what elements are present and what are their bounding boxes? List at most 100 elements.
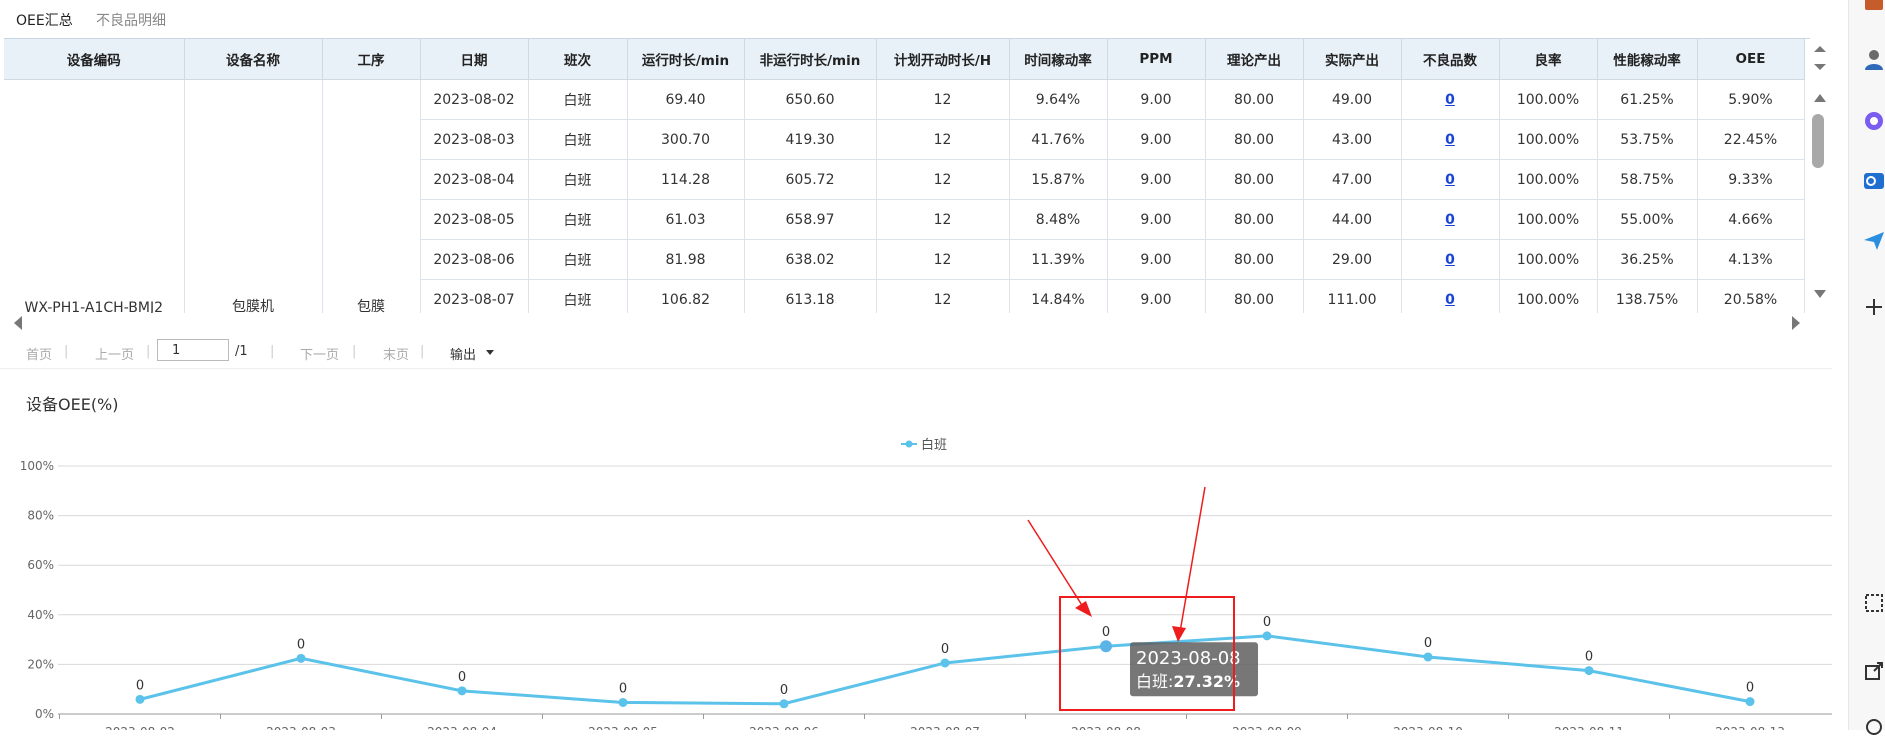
annotation-arrow-line (1179, 486, 1206, 633)
defect-count-link[interactable]: 0 (1445, 172, 1455, 188)
col-header[interactable]: 良率 (1499, 39, 1598, 80)
y-tick-label: 60% (27, 558, 54, 572)
scroll-down-arrow-icon[interactable] (1814, 64, 1826, 70)
table-cell: 9.00 (1107, 119, 1206, 160)
pager-separator: | (64, 344, 69, 359)
user-icon[interactable] (1863, 48, 1885, 70)
defect-count-link[interactable]: 0 (1445, 132, 1455, 148)
table-cell: 15.87% (1009, 159, 1108, 200)
tooltip-value: 白班:27.32% (1136, 672, 1240, 691)
tab-bar: OEE汇总 不良品明细 (0, 0, 1832, 38)
table-cell: 80.00 (1205, 239, 1304, 280)
first-page-button[interactable]: 首页 (26, 344, 52, 363)
table-cell: 36.25% (1597, 239, 1698, 280)
tab-oee-summary[interactable]: OEE汇总 (16, 10, 73, 30)
col-header[interactable]: OEE (1697, 39, 1805, 80)
table-cell: 80.00 (1205, 199, 1304, 240)
side-dock (1848, 0, 1885, 735)
col-header[interactable]: 工序 (322, 39, 421, 80)
table-cell: 80.00 (1205, 119, 1304, 160)
table-cell: 9.00 (1107, 199, 1206, 240)
scroll-right-arrow-icon[interactable] (1792, 316, 1800, 330)
col-header[interactable]: 班次 (528, 39, 628, 80)
table-cell: 2023-08-06 (420, 239, 529, 280)
y-tick-label: 100% (20, 459, 54, 473)
screenshot-icon[interactable] (1863, 592, 1885, 614)
data-point-label: 0 (458, 670, 466, 685)
x-tick-label: 2023-08-07 (910, 725, 980, 730)
page-number-input[interactable] (157, 339, 229, 361)
defect-count-link[interactable]: 0 (1445, 212, 1455, 228)
last-page-button[interactable]: 末页 (383, 344, 409, 363)
table-cell: 12 (876, 79, 1010, 120)
data-point (135, 694, 145, 704)
data-point-label: 0 (941, 642, 949, 657)
col-header[interactable]: 计划开动时长/H (876, 39, 1010, 80)
col-header[interactable]: PPM (1107, 39, 1206, 80)
cell-name: 包膜机 (184, 79, 323, 313)
data-point (1423, 652, 1433, 662)
table-cell: 29.00 (1303, 239, 1402, 280)
table-cell: 2023-08-05 (420, 199, 529, 240)
tab-defect-detail[interactable]: 不良品明细 (96, 10, 166, 30)
briefcase-icon[interactable] (1863, 0, 1885, 14)
data-point-label: 0 (1746, 681, 1754, 696)
table-row: WX-PH1-A1CH-BMJ2 包膜机 包膜 2023-08-02 白班 69.40 65… (4, 79, 1805, 313)
data-point (1584, 666, 1594, 676)
scroll-up-arrow-icon[interactable] (1814, 46, 1826, 52)
col-header[interactable]: 理论产出 (1205, 39, 1304, 80)
x-tick-label: 2023-08-08 (1071, 725, 1141, 730)
table-cell: 4.13% (1697, 239, 1805, 280)
next-page-button[interactable]: 下一页 (300, 344, 339, 363)
defect-count-link[interactable]: 0 (1445, 252, 1455, 268)
scroll-thumb[interactable] (1812, 114, 1824, 168)
prev-page-button[interactable]: 上一页 (95, 344, 134, 363)
table-cell: 100.00% (1499, 279, 1598, 313)
col-header[interactable]: 设备编码 (4, 39, 185, 80)
export-dropdown[interactable]: 输出 (450, 344, 476, 363)
table-cell: 111.00 (1303, 279, 1402, 313)
table-cell: 9.00 (1107, 239, 1206, 280)
table-cell: 81.98 (627, 239, 745, 280)
table-cell: 100.00% (1499, 119, 1598, 160)
external-link-icon[interactable] (1863, 660, 1885, 682)
col-header[interactable]: 不良品数 (1401, 39, 1500, 80)
col-header[interactable]: 实际产出 (1303, 39, 1402, 80)
outlook-icon[interactable] (1863, 170, 1885, 192)
col-header[interactable]: 运行时长/min (627, 39, 745, 80)
table-cell: 44.00 (1303, 199, 1402, 240)
defect-count-link[interactable]: 0 (1445, 92, 1455, 108)
table-vertical-scrollbar[interactable] (1810, 38, 1830, 312)
table-cell: 605.72 (744, 159, 877, 200)
data-point-label: 0 (1102, 625, 1110, 640)
table-cell: 12 (876, 159, 1010, 200)
scroll-left-arrow-icon[interactable] (14, 316, 22, 330)
table-cell: 9.00 (1107, 159, 1206, 200)
tooltip-series-name: 白班 (1136, 672, 1168, 691)
x-tick-label: 2023-08-13 (1715, 725, 1785, 730)
col-header[interactable]: 日期 (420, 39, 529, 80)
table-cell: 419.30 (744, 119, 877, 160)
table-horizontal-scrollbar[interactable] (4, 314, 1810, 332)
data-point-label: 0 (1585, 650, 1593, 665)
table-cell: 53.75% (1597, 119, 1698, 160)
settings-icon[interactable] (1863, 716, 1885, 738)
tooltip-number: 27.32% (1173, 672, 1240, 691)
chart-title: 设备OEE(%) (26, 395, 119, 414)
copilot-icon[interactable] (1863, 110, 1885, 132)
x-tick-label: 2023-08-02 (105, 725, 175, 730)
col-header[interactable]: 非运行时长/min (744, 39, 877, 80)
table-cell: 11.39% (1009, 239, 1108, 280)
add-icon[interactable] (1863, 296, 1885, 318)
table-cell: 100.00% (1499, 239, 1598, 280)
col-header[interactable]: 性能稼动率 (1597, 39, 1698, 80)
col-header[interactable]: 设备名称 (184, 39, 323, 80)
cell-defect-count: 0 (1401, 159, 1500, 200)
scroll-up-arrow-icon[interactable] (1814, 94, 1826, 102)
send-icon[interactable] (1863, 230, 1885, 252)
scroll-down-arrow-icon[interactable] (1814, 290, 1826, 298)
table-cell: 2023-08-07 (420, 279, 529, 313)
defect-count-link[interactable]: 0 (1445, 292, 1455, 308)
col-header[interactable]: 时间稼动率 (1009, 39, 1108, 80)
table-cell: 2023-08-02 (420, 79, 529, 120)
